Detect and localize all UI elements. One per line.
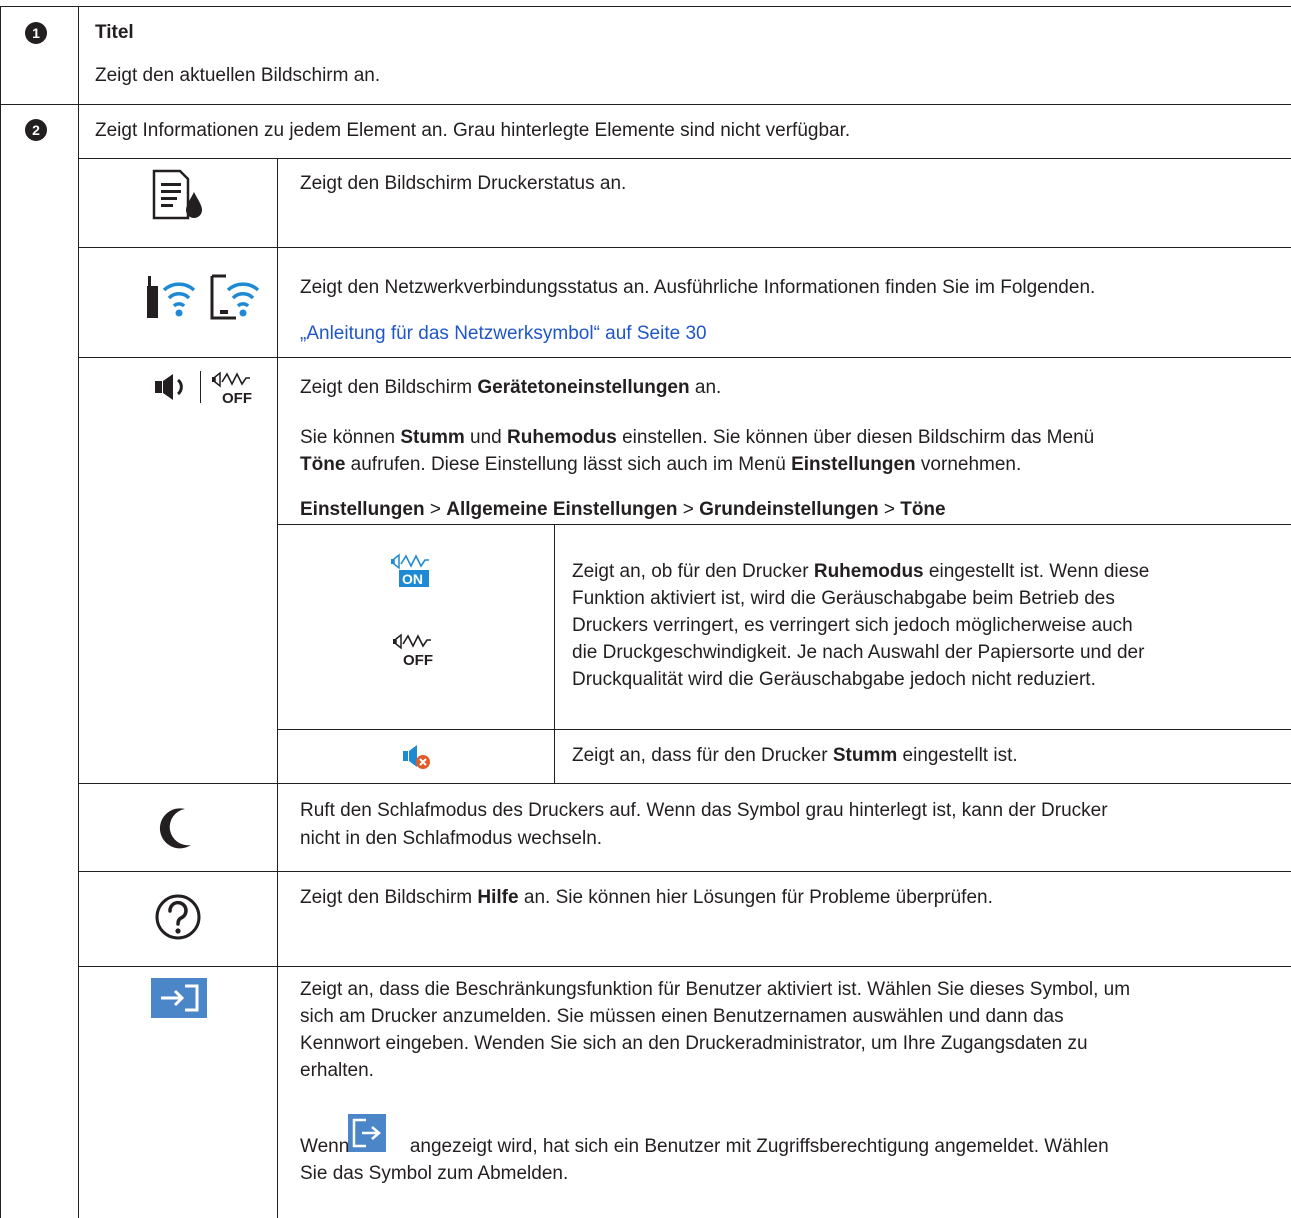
path-step-4: Töne <box>900 499 946 520</box>
sound-l3d: vornehmen. <box>915 454 1022 475</box>
quiet-l1c: eingestellt ist. Wenn diese <box>923 561 1150 582</box>
path-sep: > <box>424 499 447 520</box>
row-divider-6 <box>277 729 1291 730</box>
printer-status-icon <box>152 169 202 220</box>
sound-l2a: Sie können <box>300 427 401 448</box>
quiet-l1a: Zeigt an, ob für den Drucker <box>572 561 814 582</box>
quiet-line-5: Druckqualität wird die Geräuschabgabe je… <box>572 669 1096 690</box>
sound-l2c: und <box>464 427 508 448</box>
mute-icon <box>403 745 430 769</box>
help-text: Zeigt den Bildschirm Hilfe an. Sie könne… <box>300 884 993 912</box>
sleep-line-1: Ruft den Schlafmodus des Druckers auf. W… <box>300 800 1108 821</box>
mute-c: eingestellt ist. <box>897 745 1018 766</box>
sound-l1c: an. <box>689 377 722 398</box>
col-divider-2 <box>277 158 278 1218</box>
help-b: Hilfe <box>477 887 519 908</box>
callout-number-1: 1 <box>25 22 47 44</box>
logout-icon <box>348 1114 386 1152</box>
row-divider-3 <box>78 247 1291 248</box>
quiet-on-icon: ON <box>391 553 429 587</box>
sound-l3a: Töne <box>300 454 346 475</box>
quiet-line-2: Funktion aktiviert ist, wird die Geräusc… <box>572 588 1115 609</box>
table-border-top <box>0 6 1291 7</box>
sound-l2b: Stumm <box>400 427 465 448</box>
settings-path: Einstellungen > Allgemeine Einstellungen… <box>300 496 946 524</box>
sound-line-2: Sie können Stumm und Ruhemodus einstelle… <box>300 424 1094 452</box>
network-icon-guide-link[interactable]: „Anleitung für das Netzwerksymbol“ auf S… <box>300 320 707 348</box>
col-divider-3 <box>554 524 555 783</box>
callout-number-2: 2 <box>25 119 47 141</box>
quiet-off-icon: OFF <box>212 371 252 406</box>
row-divider-2 <box>78 158 1291 159</box>
svg-text:ON: ON <box>402 571 423 587</box>
speaker-icon <box>155 374 183 400</box>
sleep-line-2: nicht in den Schlafmodus wechseln. <box>300 828 603 849</box>
sound-line-1: Zeigt den Bildschirm Gerätetoneinstellun… <box>300 374 721 402</box>
sound-l3c: Einstellungen <box>791 454 916 475</box>
svg-text:OFF: OFF <box>222 390 252 406</box>
help-c: an. Sie können hier Lösungen für Problem… <box>518 887 993 908</box>
login-icon <box>151 978 207 1018</box>
mute-text: Zeigt an, dass für den Drucker Stumm ein… <box>572 742 1018 770</box>
help-a: Zeigt den Bildschirm <box>300 887 478 908</box>
path-step-1: Einstellungen <box>300 499 425 520</box>
login-l5b: angezeigt wird, hat sich ein Benutzer mi… <box>404 1136 1109 1157</box>
row-divider-9 <box>78 966 1291 967</box>
moon-icon <box>159 808 191 849</box>
row-divider-4 <box>78 357 1291 358</box>
mute-a: Zeigt an, dass für den Drucker <box>572 745 833 766</box>
table-border-left <box>0 6 1 1218</box>
wifi-router-icon <box>147 276 196 318</box>
quiet-line-3: Druckers verringert, es verringert sich … <box>572 615 1133 636</box>
mute-b: Stumm <box>832 745 898 766</box>
login-l5a: Wenn <box>300 1136 355 1157</box>
path-step-2: Allgemeine Einstellungen <box>446 499 678 520</box>
row-title: Titel <box>95 22 134 43</box>
sound-line-3: Töne aufrufen. Diese Einstellung lässt s… <box>300 451 1021 479</box>
sound-icon-separator <box>200 371 201 403</box>
network-status-text: Zeigt den Netzwerkverbindungsstatus an. … <box>300 277 1096 298</box>
sound-l1b: Gerätetoneinstellungen <box>477 377 690 398</box>
login-line-1: Zeigt an, dass die Beschränkungsfunktion… <box>300 979 1131 1000</box>
sound-l2d: Ruhemodus <box>507 427 617 448</box>
quiet-l1b: Ruhemodus <box>813 561 924 582</box>
sound-l3b: aufrufen. Diese Einstellung lässt sich a… <box>345 454 792 475</box>
quiet-line-4: die Druckgeschwindigkeit. Je nach Auswah… <box>572 642 1145 663</box>
row-divider-5 <box>277 524 1291 525</box>
printer-status-text: Zeigt den Bildschirm Druckerstatus an. <box>300 173 627 194</box>
path-sep: > <box>677 499 700 520</box>
sound-l1a: Zeigt den Bildschirm <box>300 377 478 398</box>
help-icon <box>155 894 201 940</box>
login-line-3: Kennwort eingeben. Wenden Sie sich an de… <box>300 1033 1088 1054</box>
quiet-line-1: Zeigt an, ob für den Drucker Ruhemodus e… <box>572 558 1149 586</box>
login-line-6: Sie das Symbol zum Abmelden. <box>300 1163 569 1184</box>
login-line-5: Wenn angezeigt wird, hat sich ein Benutz… <box>300 1133 1109 1161</box>
path-step-3: Grundeinstellungen <box>699 499 879 520</box>
login-line-4: erhalten. <box>300 1060 374 1081</box>
row-divider-8 <box>78 871 1291 872</box>
sound-l2e: einstellen. Sie können über diesen Bilds… <box>616 427 1095 448</box>
login-line-2: sich am Drucker anzumelden. Sie müssen e… <box>300 1006 1064 1027</box>
svg-text:OFF: OFF <box>403 652 433 668</box>
row-intro: Zeigt Informationen zu jedem Element an.… <box>95 120 851 141</box>
path-sep: > <box>878 499 901 520</box>
row-description: Zeigt den aktuellen Bildschirm an. <box>95 65 381 86</box>
wifi-device-icon <box>210 274 260 320</box>
row-divider-7 <box>78 783 1291 784</box>
quiet-off-icon: OFF <box>393 633 433 668</box>
row-divider-1 <box>0 104 1291 105</box>
col-divider-1 <box>78 6 79 1218</box>
